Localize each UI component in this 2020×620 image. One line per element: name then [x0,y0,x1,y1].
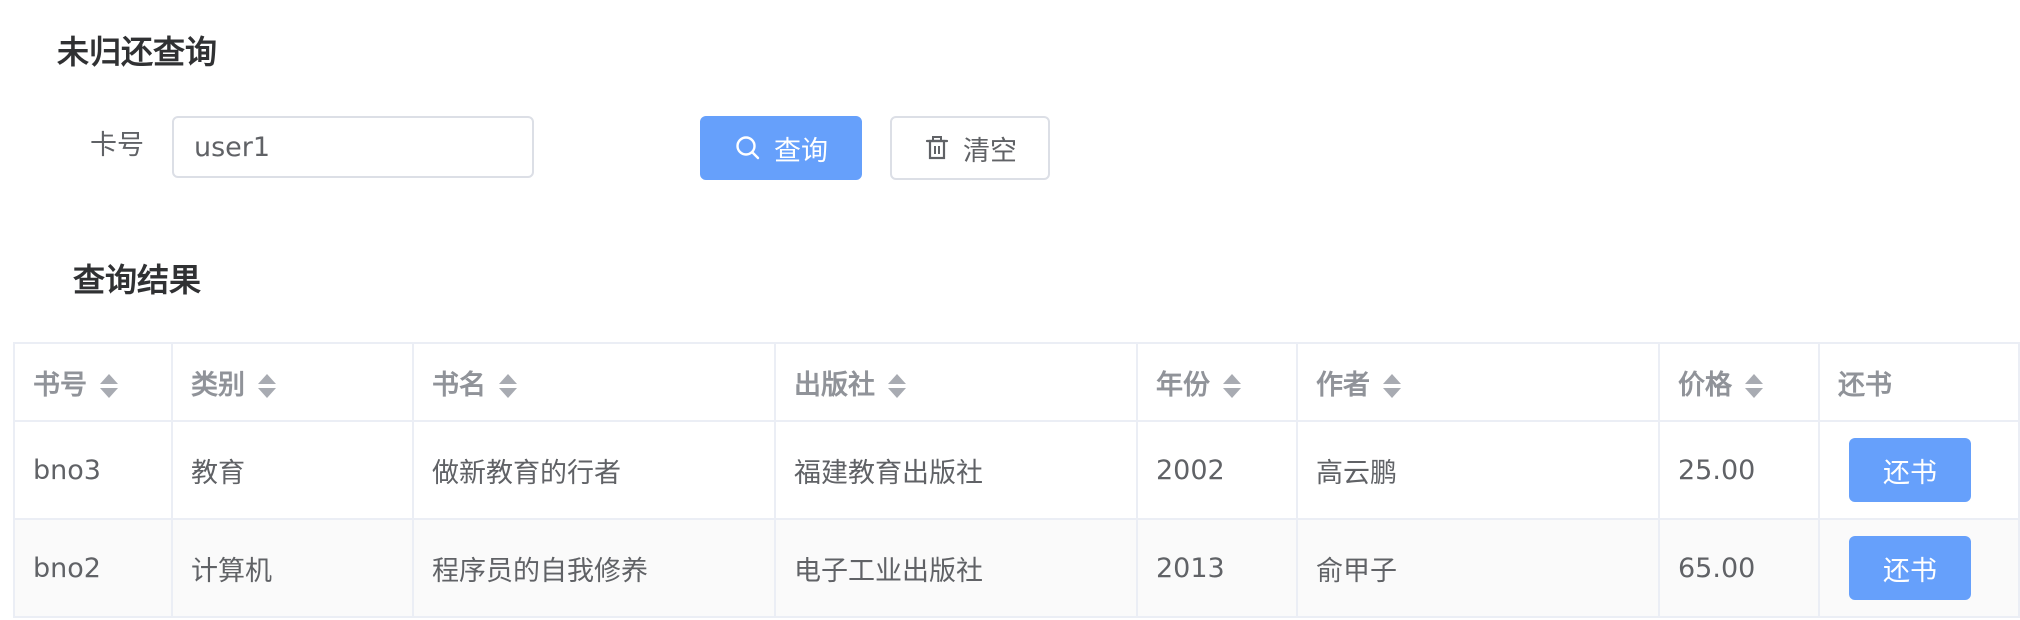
cell-title: 程序员的自我修养 [412,518,776,618]
cell-press: 福建教育出版社 [774,420,1138,520]
cell-year: 2002 [1136,420,1298,520]
column-header-year[interactable]: 年份 [1136,342,1298,422]
cell-author: 高云鹏 [1296,420,1660,520]
column-header-title[interactable]: 书名 [412,342,776,422]
column-header-label: 年份 [1156,369,1210,401]
column-header-category[interactable]: 类别 [171,342,414,422]
search-icon [734,134,762,162]
cell-price: 65.00 [1658,518,1820,618]
column-header-author[interactable]: 作者 [1296,342,1660,422]
query-button-label: 查询 [774,135,828,167]
column-header-press[interactable]: 出版社 [774,342,1138,422]
cell-press: 电子工业出版社 [774,518,1138,618]
table-row: bno3 教育 做新教育的行者 福建教育出版社 2002 高云鹏 25.00 还… [13,420,2020,520]
column-header-label: 价格 [1678,369,1732,401]
cell-bno: bno3 [13,420,173,520]
return-book-button[interactable]: 还书 [1849,536,1971,600]
return-book-button[interactable]: 还书 [1849,438,1971,502]
results-title: 查询结果 [73,261,202,299]
sort-icon[interactable] [887,372,907,400]
cell-category: 计算机 [171,518,414,618]
cell-author: 俞甲子 [1296,518,1660,618]
sort-icon[interactable] [257,372,277,400]
card-number-label: 卡号 [90,130,144,161]
table-row: bno2 计算机 程序员的自我修养 电子工业出版社 2013 俞甲子 65.00… [13,518,2020,618]
sort-icon[interactable] [1222,372,1242,400]
cell-action: 还书 [1818,420,2020,520]
column-header-label: 书名 [432,369,486,401]
trash-icon [923,134,951,162]
unreturned-title: 未归还查询 [57,33,218,71]
cell-title: 做新教育的行者 [412,420,776,520]
column-header-label: 作者 [1316,369,1370,401]
sort-icon[interactable] [99,372,119,400]
cell-category: 教育 [171,420,414,520]
column-header-bno[interactable]: 书号 [13,342,173,422]
column-header-label: 类别 [191,369,245,401]
results-table: 书号 类别 书名 出版社 年份 作者 价格 还书 bno3 教育 做新教育的行者… [13,342,2020,618]
sort-icon[interactable] [1382,372,1402,400]
cell-year: 2013 [1136,518,1298,618]
column-header-label: 还书 [1838,369,1892,401]
card-number-input[interactable] [172,116,534,178]
column-header-label: 出版社 [794,369,875,401]
cell-price: 25.00 [1658,420,1820,520]
query-button[interactable]: 查询 [700,116,862,180]
cell-bno: bno2 [13,518,173,618]
column-header-price[interactable]: 价格 [1658,342,1820,422]
sort-icon[interactable] [1744,372,1764,400]
clear-button[interactable]: 清空 [890,116,1050,180]
cell-action: 还书 [1818,518,2020,618]
clear-button-label: 清空 [963,135,1017,167]
table-header-row: 书号 类别 书名 出版社 年份 作者 价格 还书 [13,342,2020,422]
page: 未归还查询 卡号 查询 清空 查询结果 [0,0,2020,620]
sort-icon[interactable] [498,372,518,400]
column-header-label: 书号 [33,369,87,401]
column-header-return: 还书 [1818,342,2020,422]
